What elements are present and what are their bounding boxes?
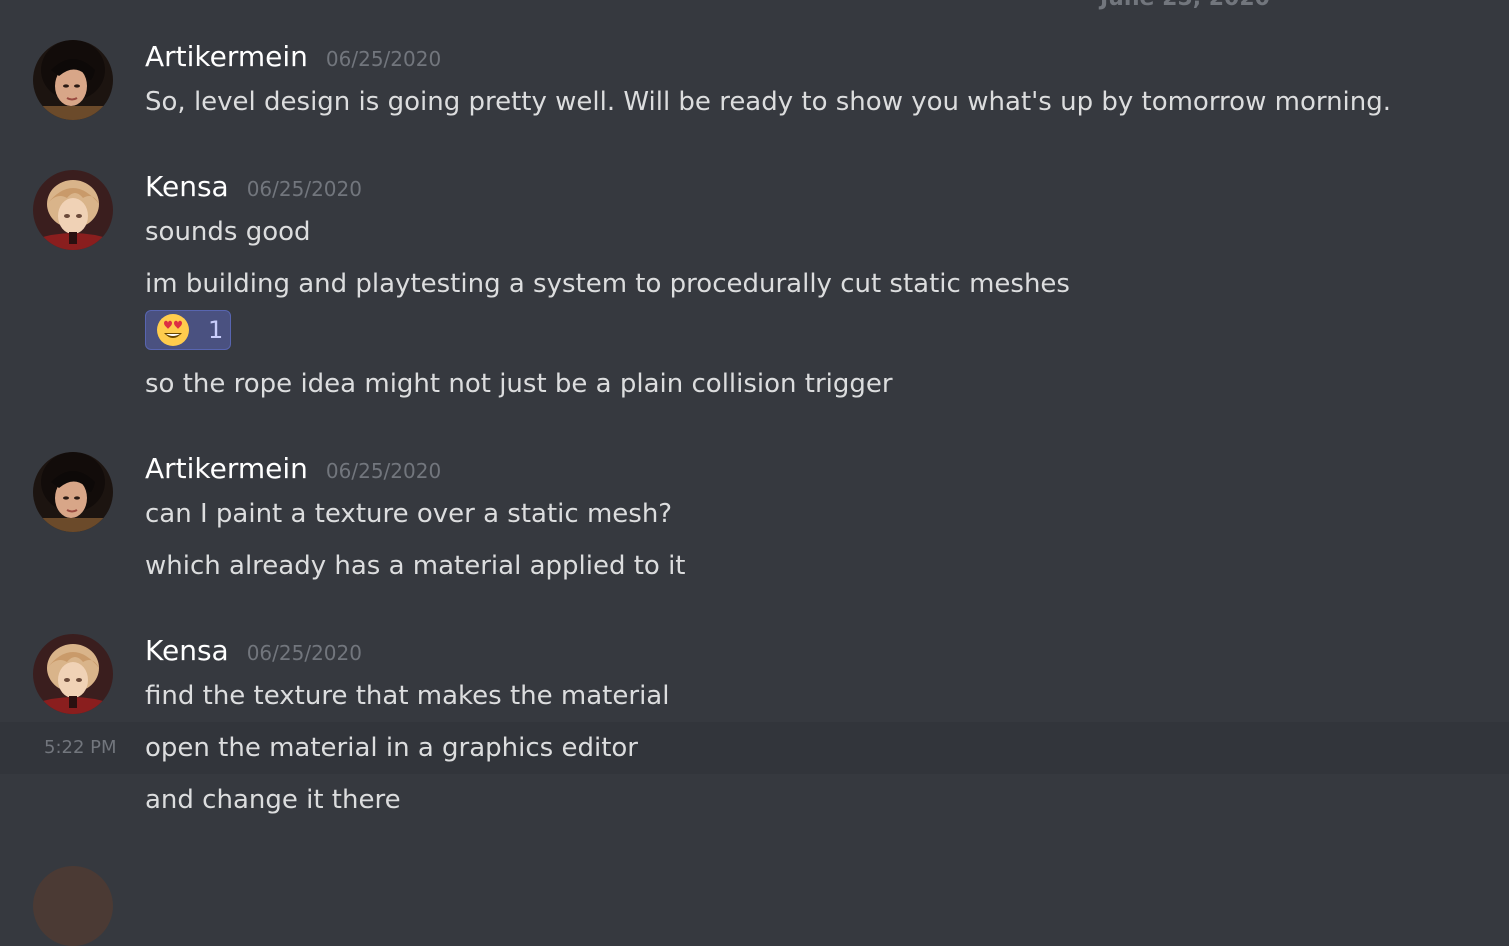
reaction-button[interactable]: 1	[145, 310, 231, 350]
avatar-artikermein-image	[33, 452, 113, 532]
message-header: Kensa 06/25/2020	[145, 170, 362, 210]
username[interactable]: Artikermein	[145, 40, 308, 73]
avatar[interactable]	[33, 452, 113, 532]
timestamp: 06/25/2020	[325, 459, 442, 483]
message-header: Artikermein 06/25/2020	[145, 40, 441, 80]
avatar[interactable]	[33, 40, 113, 120]
avatar[interactable]	[33, 866, 113, 946]
message-header: Artikermein 06/25/2020	[145, 452, 441, 492]
message-text: sounds good	[145, 217, 311, 247]
username[interactable]: Kensa	[145, 170, 229, 203]
message-text: and change it there	[145, 785, 401, 815]
hover-timestamp: 5:22 PM	[44, 737, 117, 758]
message-text: open the material in a graphics editor	[145, 733, 638, 763]
timestamp: 06/25/2020	[246, 641, 362, 665]
avatar-kensa-image	[33, 634, 113, 714]
avatar-kensa-image	[33, 170, 113, 250]
message-header: Kensa 06/25/2020	[145, 634, 362, 674]
message-text: im building and playtesting a system to …	[145, 269, 1070, 299]
message-text: can I paint a texture over a static mesh…	[145, 499, 673, 529]
reaction-count: 1	[208, 316, 224, 344]
avatar[interactable]	[33, 170, 113, 250]
timestamp: 06/25/2020	[325, 47, 442, 71]
username[interactable]: Artikermein	[145, 452, 308, 485]
message-text: find the texture that makes the material	[145, 681, 670, 711]
message-text: So, level design is going pretty well. W…	[145, 87, 1392, 117]
avatar[interactable]	[33, 634, 113, 714]
date-divider: June 25, 2020	[1100, 0, 1270, 11]
message-text: so the rope idea might not just be a pla…	[145, 369, 893, 399]
message-text: which already has a material applied to …	[145, 551, 686, 581]
avatar-artikermein-image	[33, 40, 113, 120]
timestamp: 06/25/2020	[246, 177, 362, 201]
chat-message-list: June 25, 2020 Artikermein 06/25/2020 So,…	[0, 0, 1509, 946]
username[interactable]: Kensa	[145, 634, 229, 667]
heart-eyes-emoji-icon	[157, 314, 189, 346]
